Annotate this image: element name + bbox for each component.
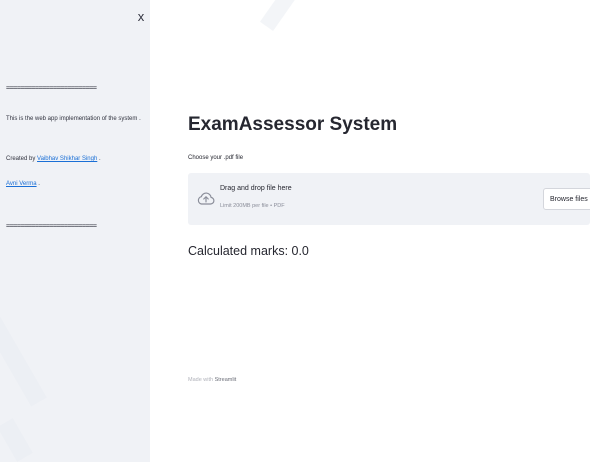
- main-content: ExamAssessor System Choose your .pdf fil…: [150, 0, 590, 462]
- dropzone-instructions: Drag and drop file here: [220, 185, 292, 192]
- author1-suffix: .: [97, 156, 101, 162]
- close-icon[interactable]: x: [134, 8, 148, 26]
- sidebar-author2: Avni Verma .: [6, 178, 40, 190]
- app-page: x ========================= This is the …: [0, 0, 590, 462]
- page-title: ExamAssessor System: [188, 114, 398, 135]
- cloud-upload-icon: [197, 192, 215, 205]
- author2-suffix: .: [36, 181, 40, 187]
- author-link-vaibhav[interactable]: Vaibhav Shikhar Singh: [37, 156, 97, 162]
- streamlit-link[interactable]: Streamlit: [215, 377, 237, 383]
- dropzone-limit: Limit 200MB per file • PDF: [220, 203, 285, 209]
- sidebar: x ========================= This is the …: [0, 0, 150, 462]
- file-uploader-label: Choose your .pdf file: [188, 155, 244, 161]
- sidebar-divider-top: =========================: [6, 84, 97, 92]
- footer: Made with Streamlit: [188, 377, 236, 383]
- footer-prefix: Made with: [188, 377, 214, 383]
- sidebar-created-by: Created by Vaibhav Shikhar Singh .: [6, 153, 101, 165]
- sidebar-divider-bottom: =========================: [6, 222, 97, 230]
- calculated-marks: Calculated marks: 0.0: [188, 244, 309, 258]
- sidebar-description: This is the web app implementation of th…: [6, 116, 141, 122]
- file-dropzone[interactable]: Drag and drop file here Limit 200MB per …: [188, 173, 590, 225]
- browse-files-button[interactable]: Browse files: [543, 188, 590, 210]
- created-by-label: Created by: [6, 156, 36, 162]
- author-link-avni[interactable]: Avni Verma: [6, 181, 37, 187]
